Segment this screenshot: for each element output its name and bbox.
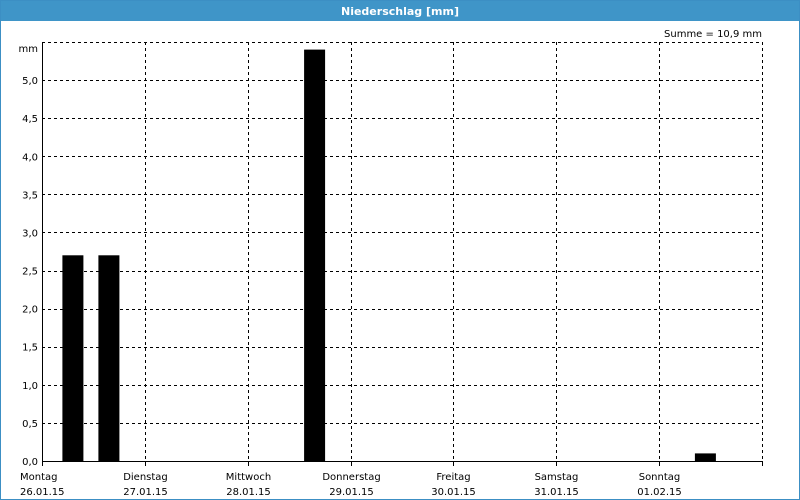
x-tick-label-date: 28.01.15	[226, 487, 271, 498]
sum-annotation: Summe = 10,9 mm	[664, 29, 762, 40]
x-tick-label-day: Dienstag	[123, 472, 168, 483]
y-axis-unit-label: mm	[19, 44, 38, 55]
x-tick-label-day: Samstag	[535, 472, 579, 483]
y-tick-label: 3,0	[22, 229, 38, 240]
x-tick-label-day: Montag	[20, 472, 57, 483]
y-tick-label: 4,5	[22, 114, 38, 125]
bar-layer	[62, 49, 716, 461]
precipitation-bar	[304, 49, 326, 461]
x-tick-label-date: 31.01.15	[534, 487, 579, 498]
axis-layer	[42, 42, 763, 466]
y-tick-label: 0,0	[22, 457, 38, 468]
precipitation-bar	[98, 255, 120, 461]
x-tick-label-day: Mittwoch	[226, 472, 271, 483]
x-tick-label-day: Donnerstag	[322, 472, 380, 483]
x-tick-label-date: 26.01.15	[20, 487, 65, 498]
grid-layer	[42, 42, 763, 461]
x-tick-label-date: 01.02.15	[637, 487, 682, 498]
y-tick-label: 2,0	[22, 305, 38, 316]
precipitation-bar	[62, 255, 84, 461]
x-tick-label-day: Freitag	[436, 472, 470, 483]
y-tick-label: 5,0	[22, 76, 38, 87]
label-layer: 0,0 0,5 1,0 1,5 2,0 2,5 3,0 3,5 4,0 4,5 5,0 mm Summe…	[19, 29, 762, 498]
x-tick-label-day: Sonntag	[639, 472, 681, 483]
y-tick-label: 0,5	[22, 419, 38, 430]
chart-window: Niederschlag [mm] 0,0 0,5 1,0 1,5 2,0 2,5 3,0 3…	[0, 0, 800, 500]
precipitation-bar	[694, 453, 716, 461]
y-tick-label: 2,5	[22, 267, 38, 278]
y-tick-label: 3,5	[22, 190, 38, 201]
x-tick-label-date: 27.01.15	[123, 487, 168, 498]
x-tick-label-date: 30.01.15	[431, 487, 476, 498]
y-tick-label: 1,5	[22, 343, 38, 354]
precipitation-chart: 0,0 0,5 1,0 1,5 2,0 2,5 3,0 3,5 4,0 4,5 5,0 mm Summe…	[19, 29, 763, 498]
y-tick-label: 4,0	[22, 152, 38, 163]
y-tick-label: 1,0	[22, 381, 38, 392]
x-tick-label-date: 29.01.15	[329, 487, 374, 498]
